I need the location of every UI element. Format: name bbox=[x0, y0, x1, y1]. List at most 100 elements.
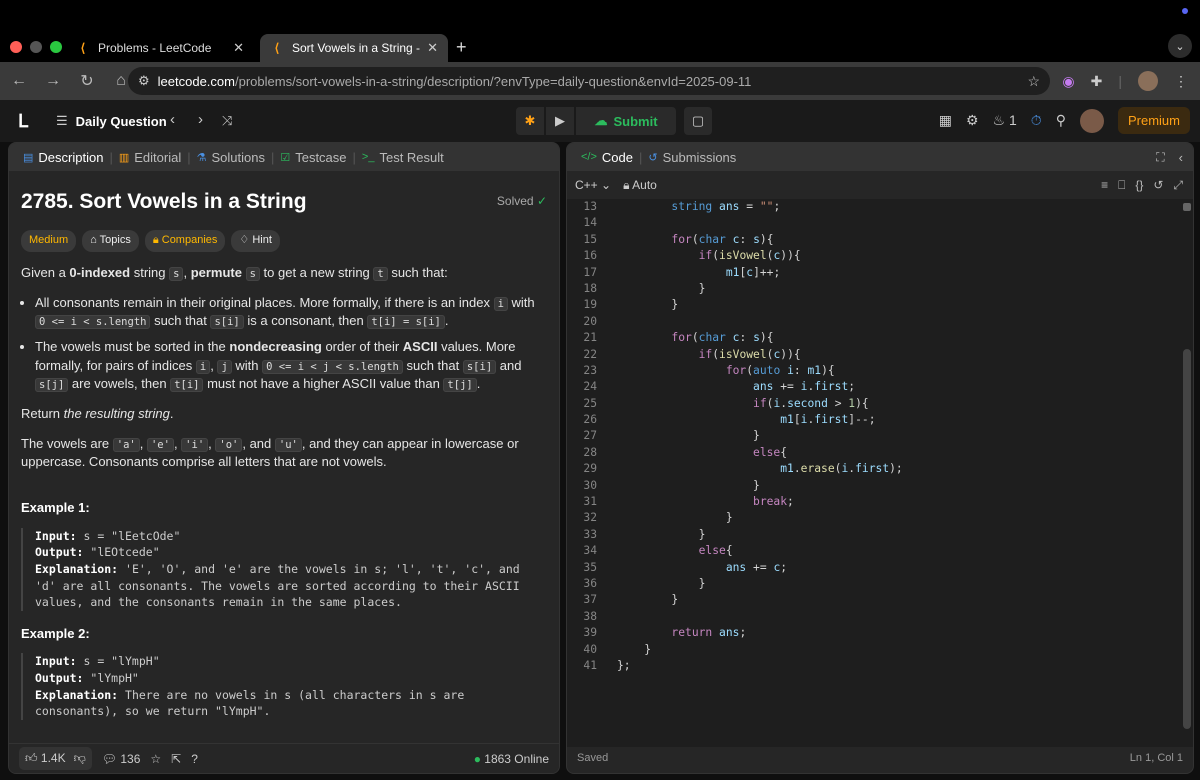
braces-icon[interactable]: {} bbox=[1135, 178, 1143, 193]
tab-testcase[interactable]: ☑ Testcase bbox=[274, 150, 352, 165]
streak-count: 1 bbox=[1009, 112, 1017, 128]
cloud-upload-icon: ☁ bbox=[594, 113, 608, 128]
browser-tab-sort-vowels[interactable]: ⟨ Sort Vowels in a String - Leet ✕ bbox=[260, 34, 448, 62]
tab-editorial[interactable]: ▥ Editorial bbox=[113, 150, 187, 165]
url-path: /problems/sort-vowels-in-a-string/descri… bbox=[234, 73, 752, 89]
thumbs-down-icon: 👎︎ bbox=[73, 751, 86, 765]
hint-chip[interactable]: ♢ Hint bbox=[231, 230, 280, 252]
help-icon[interactable]: ? bbox=[191, 752, 198, 766]
address-bar[interactable]: ⚙ leetcode.com/problems/sort-vowels-in-a… bbox=[128, 67, 1050, 95]
debug-bug-icon[interactable]: ✱ bbox=[516, 107, 544, 135]
solved-label: Solved bbox=[496, 194, 534, 209]
favorite-star-icon[interactable]: ☆ bbox=[150, 752, 161, 766]
requirements-list: All consonants remain in their original … bbox=[21, 294, 547, 393]
layout-grid-icon[interactable]: ▦ bbox=[939, 112, 952, 129]
forward-arrow-icon[interactable]: → bbox=[44, 72, 62, 90]
browser-tab-problems[interactable]: ⟨ Problems - LeetCode ✕ bbox=[66, 34, 254, 62]
shuffle-icon[interactable]: ⤨ bbox=[222, 113, 232, 129]
companies-chip[interactable]: 🔒︎ Companies bbox=[144, 230, 226, 252]
tab-test-result[interactable]: >_ Test Result bbox=[356, 150, 450, 165]
code-editor[interactable]: 13 14 15 16 17 18 19 20 21 22 23 24 25 26 27 28 29 30 31 32… bbox=[567, 199, 1193, 747]
vowels-note: The vowels are 'a', 'e', 'i', 'o', and '… bbox=[21, 436, 519, 470]
code-content[interactable]: string ans = ""; for(char c: s){ if(isVo… bbox=[617, 199, 903, 674]
fullscreen-icon[interactable]: ⤢ bbox=[1173, 178, 1183, 193]
leetcode-header: ᒪ ☰ Daily Question ‹ › ⤨ ✱ ▶ ☁ Submit ▢ … bbox=[0, 100, 1200, 142]
bookmark-icon[interactable]: ⎕ bbox=[1118, 178, 1125, 193]
window-controls bbox=[10, 41, 62, 53]
extensions-puzzle-icon[interactable]: ✚ bbox=[1091, 73, 1103, 90]
add-friend-icon[interactable]: ⚲ bbox=[1056, 112, 1066, 129]
editor-scrollbar[interactable] bbox=[1183, 349, 1191, 729]
close-window-button[interactable] bbox=[10, 41, 22, 53]
like-button[interactable]: 👍︎ 1.4K bbox=[25, 751, 66, 766]
format-lines-icon[interactable]: ≡ bbox=[1101, 178, 1108, 193]
tab-code[interactable]: </> Code bbox=[575, 150, 639, 165]
tab-label: Testcase bbox=[295, 149, 347, 165]
streak-fire-icon[interactable]: ♨ 1 bbox=[993, 112, 1017, 129]
settings-gear-icon[interactable]: ⚙ bbox=[966, 112, 979, 129]
language-select[interactable]: C++ ⌄ bbox=[575, 178, 611, 192]
list-item: All consonants remain in their original … bbox=[35, 294, 547, 330]
list-item: The vowels must be sorted in the nondecr… bbox=[35, 338, 547, 393]
leetcode-favicon-icon: ⟨ bbox=[80, 41, 86, 55]
tab-label: Editorial bbox=[134, 149, 182, 165]
timer-stopwatch-icon[interactable]: ⏱ bbox=[1031, 112, 1042, 129]
collapse-chevron-icon[interactable]: ‹ bbox=[1179, 150, 1183, 165]
mode-label: Auto bbox=[632, 177, 657, 192]
right-panel-tabs: </> Code | ↺ Submissions ⛶ ‹ bbox=[567, 143, 1193, 171]
tab-title: Problems - LeetCode bbox=[98, 41, 212, 55]
tab-description[interactable]: ▤ Description bbox=[17, 150, 109, 165]
comment-icon: 💬︎ bbox=[101, 751, 117, 766]
problem-title[interactable]: 2785. Sort Vowels in a String bbox=[21, 187, 307, 216]
dislike-button[interactable]: 👎︎ bbox=[74, 751, 86, 766]
left-panel-tabs: ▤ Description | ▥ Editorial | ⚗ Solutions |… bbox=[9, 143, 559, 171]
run-toolbar: ✱ ▶ ☁ Submit ▢ bbox=[516, 107, 712, 135]
comments-button[interactable]: 💬︎ 136 bbox=[102, 752, 141, 766]
tab-title: Sort Vowels in a String - Leet bbox=[292, 41, 421, 55]
bookmark-star-icon[interactable]: ☆ bbox=[1027, 73, 1040, 90]
tab-submissions[interactable]: ↺ Submissions bbox=[642, 150, 742, 165]
daily-question-label: Daily Question bbox=[75, 113, 167, 129]
companies-label: Companies bbox=[161, 234, 218, 247]
back-arrow-icon[interactable]: ← bbox=[10, 72, 28, 90]
lock-icon: 🔒︎ bbox=[623, 177, 630, 192]
maximize-icon[interactable]: ⛶ bbox=[1156, 150, 1164, 165]
tab-search-chevron-icon[interactable]: ⌄ bbox=[1168, 34, 1192, 58]
profile-avatar[interactable] bbox=[1138, 71, 1158, 91]
tab-solutions[interactable]: ⚗ Solutions bbox=[191, 150, 271, 165]
submit-button[interactable]: ☁ Submit bbox=[576, 107, 676, 135]
user-avatar[interactable] bbox=[1079, 108, 1104, 133]
terminal-icon: >_ bbox=[361, 151, 375, 163]
maximize-window-button[interactable] bbox=[50, 41, 62, 53]
share-icon[interactable]: ⇱ bbox=[171, 752, 181, 766]
next-problem-chevron-icon[interactable]: › bbox=[198, 111, 203, 128]
minimize-window-button[interactable] bbox=[30, 41, 42, 53]
reload-icon[interactable]: ↻ bbox=[78, 71, 96, 91]
tag-icon: ⌂ bbox=[90, 234, 97, 247]
notification-dot-icon bbox=[1182, 8, 1188, 14]
topics-chip[interactable]: ⌂ Topics bbox=[82, 230, 139, 252]
problem-description: 2785. Sort Vowels in a String Solved ✓ M… bbox=[9, 171, 559, 747]
return-statement: Return the resulting string. bbox=[21, 405, 174, 421]
scroll-up-arrow[interactable] bbox=[1183, 203, 1191, 211]
premium-button[interactable]: Premium bbox=[1117, 107, 1190, 134]
example-1-heading: Example 1: bbox=[21, 500, 90, 516]
leetcode-logo-icon[interactable]: ᒪ bbox=[18, 111, 28, 132]
problem-statement: Given a 0-indexed string s, permute s to… bbox=[21, 264, 448, 281]
flask-icon: ⚗ bbox=[196, 151, 207, 164]
reset-icon[interactable]: ↺ bbox=[1153, 178, 1163, 193]
code-brackets-icon: </> bbox=[581, 151, 597, 163]
daily-question-link[interactable]: ☰ Daily Question bbox=[56, 113, 167, 129]
new-tab-button[interactable]: + bbox=[456, 37, 467, 58]
run-play-icon[interactable]: ▶ bbox=[546, 107, 574, 135]
language-label: C++ bbox=[575, 178, 598, 192]
extension-color-icon[interactable]: ◉ bbox=[1062, 73, 1074, 90]
close-tab-icon[interactable]: ✕ bbox=[427, 40, 438, 56]
browser-menu-icon[interactable]: ⋮ bbox=[1174, 73, 1188, 90]
prev-problem-chevron-icon[interactable]: ‹ bbox=[170, 111, 175, 128]
site-info-icon[interactable]: ⚙ bbox=[138, 73, 150, 89]
notes-icon[interactable]: ▢ bbox=[684, 107, 712, 135]
close-tab-icon[interactable]: ✕ bbox=[233, 40, 244, 56]
list-icon: ☰ bbox=[56, 113, 68, 128]
auto-mode[interactable]: 🔒︎ Auto bbox=[623, 178, 657, 193]
